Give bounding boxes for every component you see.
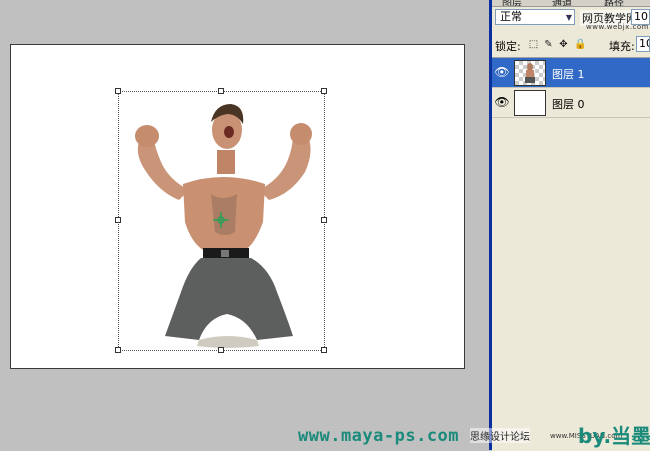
workspace xyxy=(0,0,489,450)
footer-watermark-site: www.maya-ps.com xyxy=(298,426,460,446)
layers-panel: 图层 通道 路径 正常 ▼ 网页教学网 www.webjx.com 10 锁定:… xyxy=(492,0,650,451)
tab-layers[interactable]: 图层 xyxy=(502,0,522,6)
layers-list: 👁 图层 1 👁 图层 0 xyxy=(492,57,650,451)
lock-transparent-icon[interactable]: ⬚ xyxy=(528,39,539,50)
transform-handle-top-left[interactable] xyxy=(115,88,121,94)
free-transform-box[interactable] xyxy=(115,88,327,353)
transform-handle-middle-right[interactable] xyxy=(321,217,327,223)
transform-handle-bottom-right[interactable] xyxy=(321,347,327,353)
layer-row[interactable]: 👁 图层 1 xyxy=(492,58,650,88)
transform-handle-bottom-left[interactable] xyxy=(115,347,121,353)
transform-handle-top-center[interactable] xyxy=(218,88,224,94)
fill-input[interactable]: 10 xyxy=(636,36,650,52)
tab-channels[interactable]: 通道 xyxy=(552,0,572,6)
layer-thumbnail xyxy=(514,60,546,86)
lock-row: 锁定: ⬚ ✎ ✥ 🔒 填充: 10 xyxy=(492,36,650,54)
transform-handle-top-right[interactable] xyxy=(321,88,327,94)
layer-name: 图层 1 xyxy=(552,68,585,81)
footer-watermark-byline: by.当墨 xyxy=(578,424,650,448)
eye-icon[interactable]: 👁 xyxy=(494,64,510,80)
layer-thumbnail xyxy=(514,90,546,116)
chevron-down-icon: ▼ xyxy=(565,13,572,22)
transform-handle-middle-left[interactable] xyxy=(115,217,121,223)
fill-label: 填充: xyxy=(609,40,635,53)
lock-move-icon[interactable]: ✥ xyxy=(558,39,569,50)
document-canvas[interactable] xyxy=(10,44,465,369)
blend-mode-value: 正常 xyxy=(500,10,522,23)
lock-label: 锁定: xyxy=(495,40,521,53)
eye-icon[interactable]: 👁 xyxy=(494,94,510,110)
lock-brush-icon[interactable]: ✎ xyxy=(543,39,554,50)
person-thumbnail-icon xyxy=(525,63,535,83)
person-image xyxy=(135,104,312,348)
layer-name: 图层 0 xyxy=(552,98,585,111)
layer-row[interactable]: 👁 图层 0 xyxy=(492,88,650,118)
lock-all-icon[interactable]: 🔒 xyxy=(574,39,586,50)
transform-handle-bottom-center[interactable] xyxy=(218,347,224,353)
opacity-input[interactable]: 10 xyxy=(631,9,650,25)
tab-paths[interactable]: 路径 xyxy=(604,0,624,6)
panel-tabs: 图层 通道 路径 xyxy=(492,0,650,7)
blend-mode-select[interactable]: 正常 ▼ xyxy=(495,9,575,25)
footer-watermark-forum: 思缘设计论坛 xyxy=(470,428,530,443)
